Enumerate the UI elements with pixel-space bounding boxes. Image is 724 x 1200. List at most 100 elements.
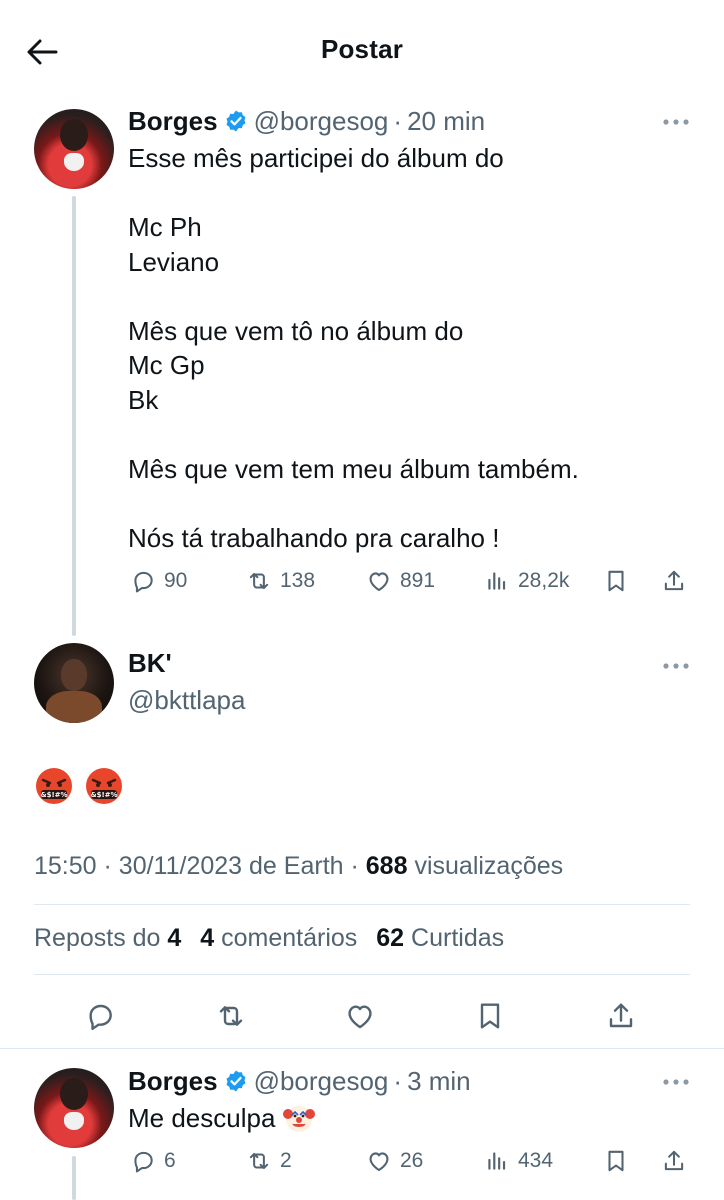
views-chart-icon bbox=[488, 572, 506, 590]
clown-face-icon bbox=[283, 1106, 316, 1133]
comments-label: comentários bbox=[221, 924, 358, 952]
views-button[interactable]: 434 bbox=[484, 1148, 553, 1174]
repost-count: 2 bbox=[280, 1149, 292, 1172]
tweet-meta: 15:50 · 30/11/2023 de Earth · 688 visual… bbox=[34, 852, 563, 881]
tweet-text-content: Me desculpa bbox=[128, 1103, 276, 1133]
separator: · bbox=[103, 852, 112, 880]
reposts-label: Reposts do bbox=[34, 924, 161, 952]
engagement-stats: Reposts do 4 4 comentários 62 Curtidas bbox=[34, 924, 504, 953]
share-button[interactable] bbox=[661, 1148, 687, 1174]
more-dots-icon bbox=[663, 119, 689, 125]
more-dots-icon bbox=[663, 663, 689, 669]
repost-count: 138 bbox=[280, 569, 316, 592]
reposts-count: 4 bbox=[167, 924, 182, 952]
like-button[interactable] bbox=[338, 994, 382, 1038]
heart-icon bbox=[369, 1152, 389, 1172]
author-name[interactable]: Borges bbox=[128, 104, 218, 138]
divider bbox=[34, 974, 690, 975]
tweet-actions: 6 2 26 434 bbox=[0, 1148, 724, 1188]
timestamp[interactable]: 3 min bbox=[407, 1064, 471, 1098]
avatar[interactable] bbox=[34, 109, 114, 189]
divider bbox=[34, 904, 690, 905]
face-with-symbols-on-mouth-icon: &$!#% bbox=[36, 768, 72, 804]
repost-button[interactable]: 138 bbox=[246, 568, 315, 594]
tweet-text: &$!#% &$!#% bbox=[34, 766, 124, 806]
reply-button[interactable]: 6 bbox=[130, 1148, 176, 1174]
share-icon bbox=[664, 1150, 684, 1171]
share-icon bbox=[664, 570, 684, 591]
author-handle[interactable]: @borgesog bbox=[254, 1064, 389, 1098]
repost-icon bbox=[219, 1006, 243, 1026]
author-handle[interactable]: @borgesog bbox=[254, 104, 389, 138]
separator: · bbox=[393, 1066, 403, 1096]
page-title: Postar bbox=[320, 34, 404, 64]
tweet-text: Esse mês participei do álbum do Mc Ph Le… bbox=[128, 143, 579, 553]
reply-icon bbox=[89, 1004, 112, 1030]
reply-count: 90 bbox=[164, 569, 188, 592]
like-count: 891 bbox=[400, 569, 436, 592]
timestamp[interactable]: 20 min bbox=[407, 104, 485, 138]
repost-icon bbox=[249, 1152, 269, 1170]
likes-count: 62 bbox=[376, 924, 405, 952]
divider bbox=[0, 1048, 724, 1049]
bookmark-icon bbox=[480, 1003, 500, 1029]
repost-icon bbox=[249, 572, 269, 590]
more-options-button[interactable] bbox=[658, 1070, 694, 1094]
views-count: 28,2k bbox=[518, 569, 570, 592]
bookmark-button[interactable] bbox=[603, 568, 629, 594]
author-name[interactable]: Borges bbox=[128, 1064, 218, 1098]
reply-icon bbox=[134, 1151, 153, 1173]
author-name[interactable]: BK' bbox=[128, 648, 172, 679]
verified-badge-icon bbox=[226, 110, 246, 132]
top-bar: Postar bbox=[0, 0, 724, 100]
separator: · bbox=[393, 106, 403, 136]
source: de Earth bbox=[249, 852, 344, 880]
reply-button[interactable]: 90 bbox=[130, 568, 187, 594]
share-icon bbox=[609, 1003, 633, 1028]
reply-icon bbox=[134, 571, 153, 593]
more-dots-icon bbox=[663, 1079, 689, 1085]
svg-text:&$!#%: &$!#% bbox=[90, 791, 117, 799]
tweet-header: Borges @borgesog · 3 min bbox=[128, 1064, 471, 1098]
reply-button[interactable] bbox=[78, 994, 122, 1038]
face-with-symbols-on-mouth-icon: &$!#% bbox=[86, 768, 122, 804]
author-handle[interactable]: @bkttlapa bbox=[128, 685, 245, 716]
heart-icon bbox=[348, 1005, 372, 1029]
repost-button[interactable]: 2 bbox=[246, 1148, 292, 1174]
date[interactable]: 30/11/2023 bbox=[119, 852, 242, 880]
comments-stat[interactable]: 4 comentários bbox=[200, 924, 357, 952]
tweet-text: Me desculpa bbox=[128, 1101, 688, 1136]
bookmark-icon bbox=[608, 1150, 624, 1172]
more-options-button[interactable] bbox=[658, 110, 694, 134]
views-label: visualizações bbox=[414, 852, 564, 880]
separator: · bbox=[350, 852, 359, 880]
more-options-button[interactable] bbox=[658, 654, 694, 678]
reposts-stat[interactable]: Reposts do 4 bbox=[34, 924, 181, 952]
likes-label: Curtidas bbox=[411, 924, 505, 952]
verified-badge-icon bbox=[226, 1070, 246, 1092]
heart-icon bbox=[369, 572, 389, 592]
timestamp[interactable]: 15:50 bbox=[34, 852, 97, 880]
bookmark-button[interactable] bbox=[468, 994, 512, 1038]
views-button[interactable]: 28,2k bbox=[484, 568, 569, 594]
like-count: 26 bbox=[400, 1149, 424, 1172]
svg-text:&$!#%: &$!#% bbox=[40, 791, 67, 799]
main-tweet-actions bbox=[0, 990, 724, 1040]
bookmark-icon bbox=[608, 570, 624, 592]
views-chart-icon bbox=[488, 1152, 506, 1170]
reply-count: 6 bbox=[164, 1149, 176, 1172]
tweet-actions: 90 138 891 28,2k bbox=[0, 568, 724, 608]
like-button[interactable]: 26 bbox=[366, 1148, 423, 1174]
avatar[interactable] bbox=[34, 643, 114, 723]
repost-button[interactable] bbox=[209, 994, 253, 1038]
views-count: 688 bbox=[365, 852, 408, 880]
likes-stat[interactable]: 62 Curtidas bbox=[376, 924, 504, 952]
like-button[interactable]: 891 bbox=[366, 568, 435, 594]
share-button[interactable] bbox=[599, 994, 643, 1038]
share-button[interactable] bbox=[661, 568, 687, 594]
views-count: 434 bbox=[518, 1149, 554, 1172]
avatar[interactable] bbox=[34, 1068, 114, 1148]
bookmark-button[interactable] bbox=[603, 1148, 629, 1174]
comments-count: 4 bbox=[200, 924, 215, 952]
tweet-header: Borges @borgesog · 20 min bbox=[128, 104, 485, 138]
